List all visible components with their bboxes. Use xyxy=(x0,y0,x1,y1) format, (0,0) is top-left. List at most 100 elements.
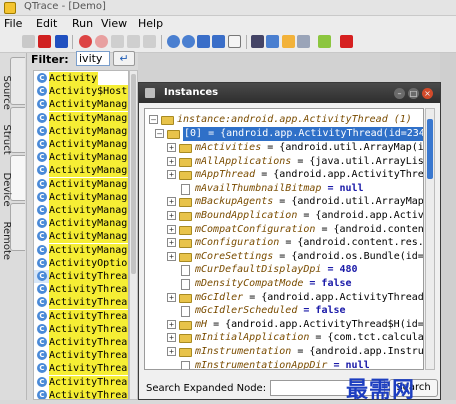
list-item[interactable]: C ActivityOptio xyxy=(34,256,128,270)
list-item[interactable]: C ActivityManag xyxy=(34,138,128,151)
field-value: = {android.app.ActivityThread$Gc xyxy=(243,291,424,303)
scrollbar-thumb[interactable] xyxy=(131,74,136,274)
expand-icon[interactable]: + xyxy=(167,333,176,343)
zoom-out-icon[interactable] xyxy=(182,35,195,48)
class-icon: C xyxy=(37,86,47,97)
menu-edit[interactable]: Edit xyxy=(36,17,57,30)
watermark: 最需网 xyxy=(346,377,416,403)
list-item[interactable]: C Activity$Host xyxy=(34,85,128,99)
menu-file[interactable]: File xyxy=(4,17,22,30)
tab-remote[interactable]: Remote xyxy=(1,203,25,260)
save-icon[interactable] xyxy=(55,35,68,48)
expand-icon[interactable]: + xyxy=(167,347,176,356)
expand-icon[interactable]: + xyxy=(167,211,176,220)
field-name: mConfiguration xyxy=(195,237,280,249)
expand-icon[interactable]: + xyxy=(167,170,176,180)
expand-icon[interactable]: + xyxy=(167,238,176,248)
class-icon: C xyxy=(37,297,47,308)
folder-icon xyxy=(179,293,192,303)
monitor-icon[interactable] xyxy=(266,35,279,48)
menu-view[interactable]: View xyxy=(101,17,127,30)
list-item[interactable]: C ActivityThrea xyxy=(34,322,128,336)
list-item[interactable]: C ActivityThrea xyxy=(34,270,128,283)
list-item[interactable]: C ActivityThrea xyxy=(34,388,128,399)
cancel-icon[interactable] xyxy=(79,35,92,48)
grid-icon[interactable] xyxy=(251,35,264,48)
list-item-label: ActivityThrea xyxy=(49,349,128,363)
filter-input[interactable]: ivity xyxy=(76,51,110,66)
list-item[interactable]: C ActivityManag xyxy=(34,111,128,125)
disabled-cancel-icon[interactable] xyxy=(95,35,108,48)
zoom-in-icon[interactable] xyxy=(167,35,180,48)
list-item-label: ActivityThrea xyxy=(49,322,128,336)
filter-apply-button[interactable]: ↵ xyxy=(113,51,135,66)
list-item[interactable]: C ActivityManag xyxy=(34,204,128,217)
list-item[interactable]: C ActivityManag xyxy=(34,190,128,204)
list-item[interactable]: C ActivityManag xyxy=(34,164,128,178)
list-item[interactable]: C ActivityThrea xyxy=(34,296,128,310)
class-icon: C xyxy=(37,125,47,136)
forward-icon[interactable] xyxy=(212,35,225,48)
class-icon: C xyxy=(37,73,47,83)
list-item[interactable]: C Activity xyxy=(34,72,128,85)
list-item[interactable]: C ActivityThrea xyxy=(34,336,128,349)
list-item[interactable]: C ActivityManag xyxy=(34,151,128,165)
right-panel-edge xyxy=(440,53,456,400)
expand-icon[interactable]: + xyxy=(167,251,176,261)
field-value: = {com.tct.calculator. xyxy=(315,332,424,344)
window-icon[interactable] xyxy=(228,35,241,48)
list-item[interactable]: C ActivityThrea xyxy=(34,309,128,323)
list-item-label: Activity$Host xyxy=(49,85,128,99)
field-name: mCompatConfiguration xyxy=(195,223,316,235)
list-item[interactable]: C ActivityManag xyxy=(34,98,128,112)
menu-run[interactable]: Run xyxy=(72,17,93,30)
tab-struct[interactable]: Struct xyxy=(1,107,25,155)
list-item[interactable]: C ActivityThrea xyxy=(34,375,128,389)
minimize-icon[interactable]: – xyxy=(394,88,405,99)
maximize-icon[interactable]: □ xyxy=(408,88,419,99)
list-item[interactable]: C ActivityManag xyxy=(34,124,128,138)
step-down-icon[interactable] xyxy=(111,35,124,48)
play-icon[interactable] xyxy=(143,35,156,48)
stop-icon[interactable] xyxy=(22,35,35,48)
class-list-scrollbar[interactable] xyxy=(129,70,138,400)
heap-icon[interactable] xyxy=(282,35,295,48)
record-icon[interactable] xyxy=(38,35,51,48)
field-name: mAllApplications xyxy=(195,155,292,167)
list-icon[interactable] xyxy=(297,35,310,48)
menu-help[interactable]: Help xyxy=(138,17,163,30)
exit-icon[interactable] xyxy=(340,35,353,48)
step-up-icon[interactable] xyxy=(127,35,140,48)
toolbar-separator xyxy=(72,35,73,49)
list-item[interactable]: C ActivityThrea xyxy=(34,362,128,376)
expand-icon[interactable]: + xyxy=(167,292,176,302)
list-item-label: ActivityManag xyxy=(49,164,128,178)
list-item[interactable]: C ActivityManag xyxy=(34,217,128,231)
list-item[interactable]: C ActivityManag xyxy=(34,230,128,244)
tab-device[interactable]: Device xyxy=(1,155,25,207)
collapse-icon[interactable]: – xyxy=(155,129,164,138)
tree-scrollbar[interactable] xyxy=(425,108,435,370)
expand-icon[interactable]: + xyxy=(167,224,176,234)
expand-icon[interactable]: + xyxy=(167,156,176,166)
tab-source-label: Source xyxy=(1,75,12,110)
expand-icon[interactable]: + xyxy=(167,319,176,329)
close-icon[interactable]: × xyxy=(422,88,433,99)
android-icon[interactable] xyxy=(318,35,331,48)
list-item[interactable]: C ActivityThrea xyxy=(34,349,128,363)
class-icon: C xyxy=(37,178,47,189)
tree-scrollbar-thumb[interactable] xyxy=(427,119,433,179)
collapse-icon[interactable]: – xyxy=(149,115,158,124)
list-item-label: ActivityManag xyxy=(49,217,128,231)
list-item[interactable]: C ActivityManag xyxy=(34,243,128,257)
list-item-label: ActivityManag xyxy=(49,138,128,151)
class-icon: C xyxy=(37,165,47,176)
folder-icon xyxy=(179,320,192,330)
tab-source[interactable]: Source xyxy=(1,57,25,110)
expand-icon[interactable]: + xyxy=(167,197,176,207)
list-item[interactable]: C ActivityManag xyxy=(34,177,128,191)
back-icon[interactable] xyxy=(197,35,210,48)
class-icon: C xyxy=(37,363,47,374)
expand-icon[interactable]: + xyxy=(167,143,176,152)
list-item[interactable]: C ActivityThrea xyxy=(34,283,128,297)
